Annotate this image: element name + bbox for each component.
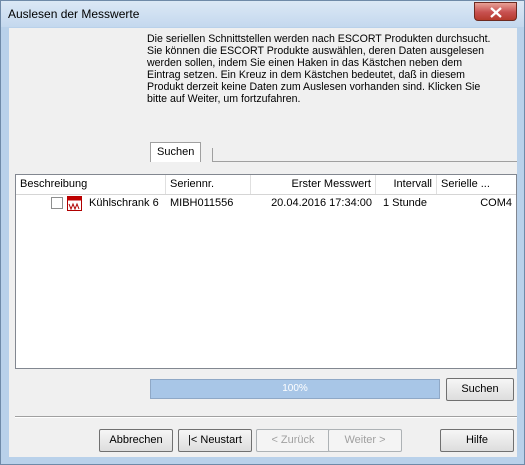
tab-divider bbox=[212, 148, 213, 162]
help-button[interactable]: Hilfe bbox=[440, 429, 514, 452]
instruction-line: bitte auf Weiter, um fortzufahren. bbox=[147, 93, 301, 105]
row-checkbox[interactable] bbox=[51, 197, 63, 209]
instruction-line: werden sollen, indem Sie einen Haken in … bbox=[147, 57, 463, 69]
instructions-text: Die seriellen Schnittstellen werden nach… bbox=[147, 33, 515, 105]
column-header-first-value[interactable]: Erster Messwert bbox=[251, 175, 376, 194]
row-serial: MIBH011556 bbox=[170, 197, 234, 209]
separator-highlight bbox=[15, 417, 517, 418]
row-description: Kühlschrank 6 bbox=[89, 197, 159, 209]
row-first-value: 20.04.2016 17:34:00 bbox=[271, 197, 372, 209]
column-header-description[interactable]: Beschreibung bbox=[16, 175, 166, 194]
column-header-serial-port[interactable]: Serielle ... bbox=[437, 175, 516, 194]
table-row[interactable]: Kühlschrank 6 MIBH011556 20.04.2016 17:3… bbox=[16, 195, 516, 212]
row-port: COM4 bbox=[480, 197, 512, 209]
window-title: Auslesen der Messwerte bbox=[8, 7, 140, 21]
instruction-line: Sie können die ESCORT Produkte auswählen… bbox=[147, 45, 485, 57]
instruction-line: Eintrag setzen. Ein Kreuz in dem Kästche… bbox=[147, 69, 465, 81]
close-icon bbox=[490, 7, 502, 18]
progress-text: 100% bbox=[282, 383, 308, 394]
list-header: Beschreibung Seriennr. Erster Messwert I… bbox=[16, 175, 516, 195]
dialog-window: Auslesen der Messwerte Die seriellen Sch… bbox=[0, 0, 525, 465]
fridge-device-icon bbox=[67, 196, 82, 211]
back-button[interactable]: < Zurück bbox=[256, 429, 330, 452]
close-button[interactable] bbox=[474, 2, 517, 21]
row-interval: 1 Stunde bbox=[383, 197, 428, 209]
title-bar[interactable]: Auslesen der Messwerte bbox=[1, 1, 524, 27]
column-header-serial[interactable]: Seriennr. bbox=[166, 175, 251, 194]
search-progress-bar: 100% bbox=[150, 379, 440, 399]
dialog-content: Die seriellen Schnittstellen werden nach… bbox=[9, 28, 517, 457]
column-header-interval[interactable]: Intervall bbox=[376, 175, 437, 194]
restart-button[interactable]: |< Neustart bbox=[178, 429, 252, 452]
instruction-line: Die seriellen Schnittstellen werden nach… bbox=[147, 33, 491, 45]
next-button[interactable]: Weiter > bbox=[328, 429, 402, 452]
search-button[interactable]: Suchen bbox=[446, 378, 514, 401]
tab-baseline bbox=[212, 161, 517, 162]
cancel-button[interactable]: Abbrechen bbox=[99, 429, 173, 452]
instruction-line: Produkt derzeit keine Daten zum Auslesen… bbox=[147, 81, 481, 93]
device-list[interactable]: Beschreibung Seriennr. Erster Messwert I… bbox=[15, 174, 517, 369]
tab-suchen[interactable]: Suchen bbox=[150, 142, 202, 162]
